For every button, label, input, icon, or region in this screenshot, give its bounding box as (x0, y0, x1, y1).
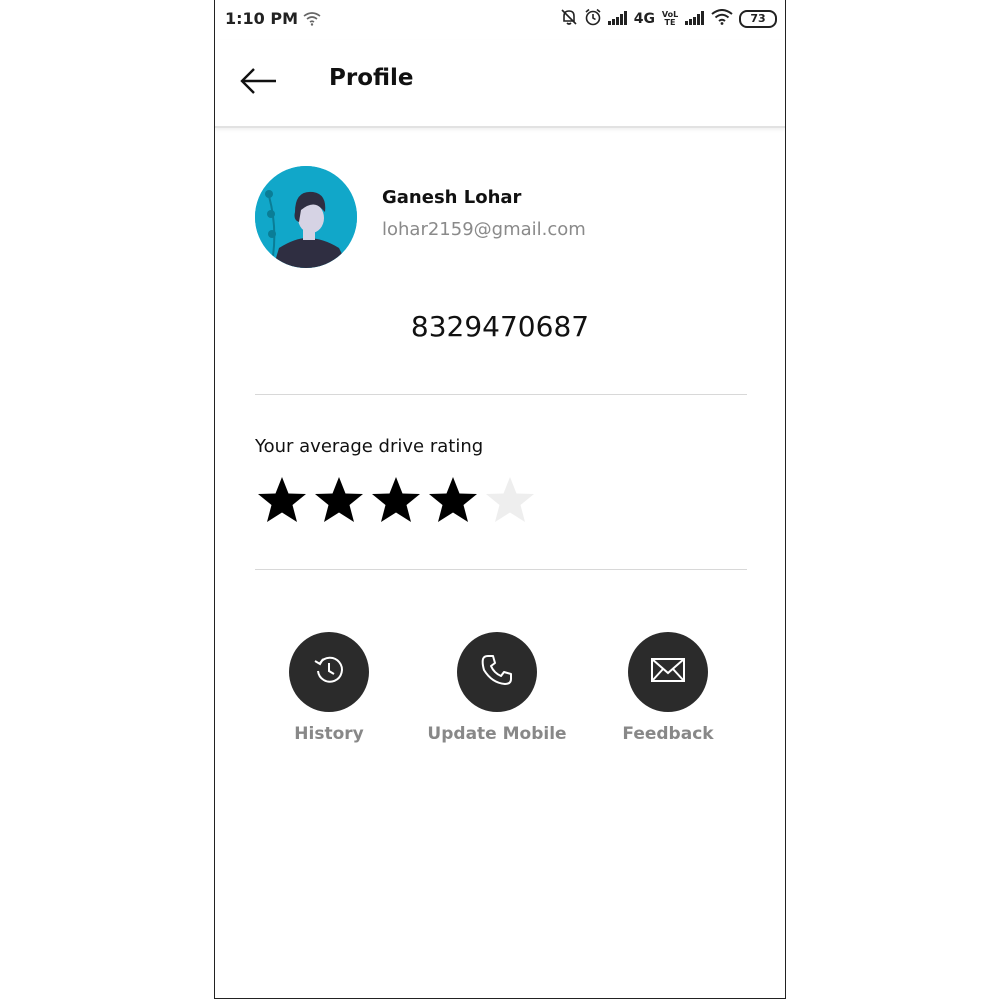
signal-icon (685, 10, 705, 29)
phone-icon (480, 653, 514, 691)
update-mobile-label: Update Mobile (427, 724, 567, 744)
history-icon (312, 653, 346, 691)
history-button[interactable]: History (244, 632, 414, 744)
rating-label: Your average drive rating (255, 436, 484, 457)
history-label: History (294, 724, 364, 744)
update-mobile-circle (457, 632, 537, 712)
status-bar: 1:10 PM 4G VoLTE 73 (215, 0, 785, 40)
app-bar: Profile (215, 40, 785, 128)
star-filled-icon (258, 477, 306, 522)
update-mobile-button[interactable]: Update Mobile (412, 632, 582, 744)
profile-phone: 8329470687 (410, 310, 590, 343)
history-circle (289, 632, 369, 712)
status-time: 1:10 PM (225, 9, 299, 28)
page-title: Profile (329, 65, 414, 91)
feedback-button[interactable]: Feedback (583, 632, 753, 744)
avatar (255, 166, 357, 268)
star-filled-icon (372, 477, 420, 522)
status-icons: 4G VoLTE 73 (560, 8, 777, 30)
signal-icon (607, 10, 628, 29)
phone-screen: 1:10 PM 4G VoLTE 73 Profile Ganesh Lohar… (214, 0, 786, 999)
divider (255, 569, 747, 570)
volte-badge: VoLTE (661, 11, 679, 27)
profile-name: Ganesh Lohar (382, 187, 522, 208)
star-filled-icon (429, 477, 477, 522)
battery-icon: 73 (739, 10, 777, 28)
rating-stars (255, 474, 537, 528)
feedback-circle (628, 632, 708, 712)
star-filled-icon (315, 477, 363, 522)
battery-level: 73 (750, 12, 766, 25)
action-row: History Update Mobile Feedback (215, 632, 785, 752)
divider (255, 394, 747, 395)
wifi-icon (303, 11, 321, 30)
volte-label: VoLTE (661, 10, 679, 27)
mute-icon (560, 8, 578, 30)
wifi-icon (711, 9, 733, 29)
profile-email: lohar2159@gmail.com (382, 219, 586, 240)
arrow-left-icon (239, 68, 279, 100)
feedback-label: Feedback (622, 724, 714, 744)
avatar-illustration (255, 166, 357, 268)
back-button[interactable] (239, 66, 279, 96)
alarm-icon (584, 8, 602, 30)
network-type: 4G (633, 11, 655, 27)
envelope-icon (650, 656, 686, 688)
star-empty-icon (486, 477, 534, 522)
